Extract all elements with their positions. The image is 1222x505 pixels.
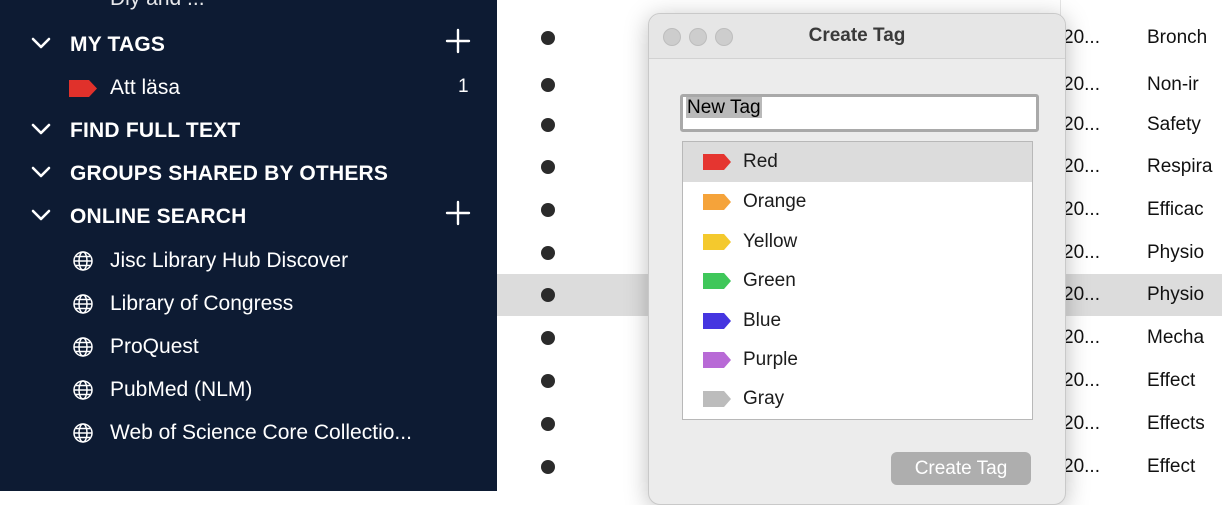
tag-name-selected-text: New Tag [686, 97, 762, 118]
year-cell: 20... [1063, 27, 1100, 48]
sidebar-item-att-lasa[interactable]: Att läsa 1 [0, 67, 497, 107]
color-option-label: Gray [743, 388, 785, 409]
globe-icon [73, 423, 93, 443]
color-option-orange[interactable]: Orange [683, 182, 1032, 222]
unread-dot-icon [541, 31, 555, 45]
chevron-down-icon[interactable] [30, 204, 52, 226]
sidebar-item-jisc[interactable]: Jisc Library Hub Discover [0, 240, 497, 280]
title-cell: Mecha [1147, 327, 1205, 348]
title-cell: Physio [1147, 242, 1205, 263]
color-option-label: Blue [743, 310, 782, 331]
unread-dot-icon [541, 460, 555, 474]
color-option-yellow[interactable]: Yellow [683, 222, 1032, 262]
section-online-search[interactable]: ONLINE SEARCH [0, 196, 497, 236]
section-find-full-text[interactable]: FIND FULL TEXT [0, 110, 497, 150]
year-cell: 20... [1063, 327, 1100, 348]
section-my-tags[interactable]: MY TAGS [0, 24, 497, 64]
year-cell: 20... [1063, 242, 1100, 263]
unread-dot-icon [541, 417, 555, 431]
sidebar-item-partial: Diy and ... [110, 0, 205, 11]
dialog-titlebar[interactable]: Create Tag [649, 14, 1065, 59]
add-search-icon[interactable] [445, 200, 471, 226]
year-cell: 20... [1063, 114, 1100, 135]
year-cell: 20... [1063, 413, 1100, 434]
sidebar-item-label: Web of Science Core Collectio... [110, 421, 412, 444]
dialog-title: Create Tag [808, 25, 906, 46]
sidebar-item-label: Library of Congress [110, 292, 294, 315]
section-label-my-tags: MY TAGS [70, 33, 166, 56]
section-label-find-full-text: FIND FULL TEXT [70, 119, 241, 142]
chevron-down-icon[interactable] [30, 161, 52, 183]
tag-swatch-icon [703, 154, 731, 170]
year-cell: 20... [1063, 370, 1100, 391]
color-option-label: Red [743, 151, 778, 172]
title-cell: Efficac [1147, 199, 1204, 220]
title-cell: Bronch [1147, 27, 1208, 48]
color-option-red[interactable]: Red [683, 142, 1032, 182]
globe-icon [73, 337, 93, 357]
year-cell: 20... [1063, 156, 1100, 177]
unread-dot-icon [541, 374, 555, 388]
unread-dot-icon [541, 160, 555, 174]
create-tag-button[interactable]: Create Tag [891, 452, 1031, 485]
sidebar-item-label: Jisc Library Hub Discover [110, 249, 349, 272]
chevron-down-icon[interactable] [30, 118, 52, 140]
tag-swatch-icon [703, 234, 731, 250]
color-option-blue[interactable]: Blue [683, 301, 1032, 341]
title-cell: Effects [1147, 413, 1205, 434]
sidebar-item-label: Att läsa [110, 76, 181, 99]
create-tag-dialog: Create Tag New Tag Red Orange Yellow Gre… [648, 13, 1066, 505]
color-option-label: Yellow [743, 231, 798, 252]
unread-dot-icon [541, 288, 555, 302]
year-cell: 20... [1063, 456, 1100, 477]
sidebar-item-pubmed[interactable]: PubMed (NLM) [0, 369, 497, 409]
section-groups-shared[interactable]: GROUPS SHARED BY OTHERS [0, 153, 497, 193]
sidebar-item-label: PubMed (NLM) [110, 378, 253, 401]
sidebar: Diy and ... MY TAGS Att läsa 1 FIND FULL… [0, 0, 497, 491]
title-cell: Safety [1147, 114, 1201, 135]
sidebar-item-proquest[interactable]: ProQuest [0, 326, 497, 366]
color-option-gray[interactable]: Gray [683, 379, 1032, 419]
year-cell: 20... [1063, 284, 1100, 305]
tag-swatch-icon [703, 313, 731, 329]
tag-count: 1 [458, 76, 469, 97]
color-option-label: Green [743, 270, 796, 291]
tag-swatch-icon [703, 194, 731, 210]
unread-dot-icon [541, 118, 555, 132]
sidebar-item-web-of-science[interactable]: Web of Science Core Collectio... [0, 412, 497, 452]
color-option-label: Purple [743, 349, 798, 370]
section-label-online-search: ONLINE SEARCH [70, 205, 247, 228]
title-cell: Non-ir [1147, 74, 1199, 95]
sidebar-item-library-of-congress[interactable]: Library of Congress [0, 283, 497, 323]
globe-icon [73, 294, 93, 314]
year-cell: 20... [1063, 74, 1100, 95]
color-option-label: Orange [743, 191, 807, 212]
unread-dot-icon [541, 78, 555, 92]
title-cell: Effect [1147, 456, 1196, 477]
year-cell: 20... [1063, 199, 1100, 220]
tag-icon [69, 80, 97, 97]
title-cell: Respira [1147, 156, 1213, 177]
unread-dot-icon [541, 246, 555, 260]
globe-icon [73, 251, 93, 271]
title-cell: Effect [1147, 370, 1196, 391]
tag-color-list[interactable]: Red Orange Yellow Green Blue Purple Gray [682, 141, 1033, 420]
globe-icon [73, 380, 93, 400]
unread-dot-icon [541, 203, 555, 217]
sidebar-item-label: ProQuest [110, 335, 199, 358]
tag-name-input[interactable]: New Tag [680, 94, 1039, 132]
section-label-groups-shared: GROUPS SHARED BY OTHERS [70, 162, 389, 185]
color-option-purple[interactable]: Purple [683, 340, 1032, 380]
tag-swatch-icon [703, 391, 731, 407]
unread-dot-icon [541, 331, 555, 345]
tag-swatch-icon [703, 352, 731, 368]
title-cell: Physio [1147, 284, 1205, 305]
add-tag-icon[interactable] [445, 28, 471, 54]
tag-swatch-icon [703, 273, 731, 289]
chevron-down-icon[interactable] [30, 32, 52, 54]
color-option-green[interactable]: Green [683, 261, 1032, 301]
